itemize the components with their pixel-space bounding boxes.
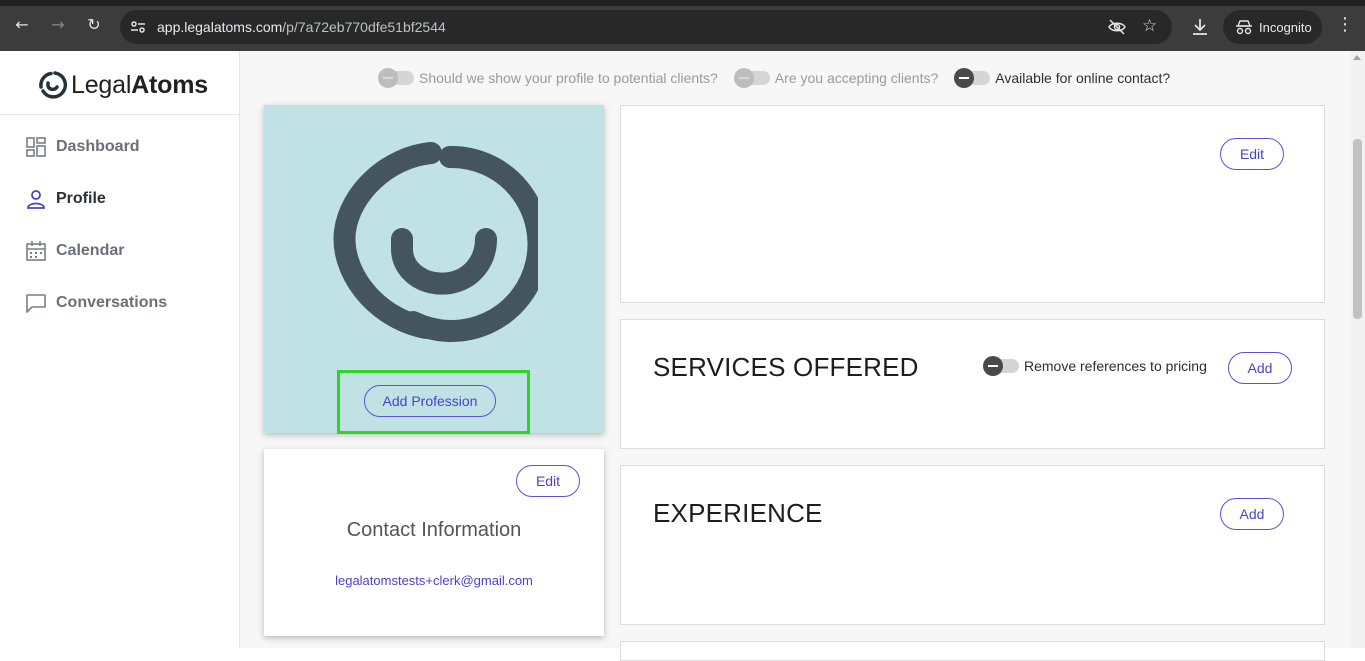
experience-card: EXPERIENCE Add (620, 465, 1325, 625)
add-experience-button[interactable]: Add (1220, 498, 1284, 530)
toggle-switch[interactable] (983, 356, 1019, 376)
toggle-label: Are you accepting clients? (774, 70, 939, 86)
sidebar: LegalAtoms Dashboard Profile Calendar Co… (0, 51, 240, 648)
edit-contact-button[interactable]: Edit (516, 465, 580, 497)
url-text[interactable]: app.legalatoms.com/p/7a72eb770dfe51bf254… (157, 19, 446, 35)
download-icon[interactable] (1190, 17, 1210, 37)
sidebar-item-calendar[interactable]: Calendar (25, 239, 124, 263)
back-arrow-icon[interactable]: ← (12, 15, 32, 35)
scroll-up-arrow-icon[interactable] (1353, 55, 1361, 60)
kebab-menu-icon[interactable]: ⋮ (1336, 14, 1354, 36)
tab-strip (0, 0, 1365, 6)
scrollbar-thumb[interactable] (1353, 139, 1362, 319)
sidebar-divider (0, 114, 239, 115)
toggle-switch[interactable] (378, 68, 414, 88)
bio-card: Edit (620, 105, 1325, 303)
add-service-button[interactable]: Add (1228, 352, 1292, 384)
star-icon[interactable]: ☆ (1142, 17, 1160, 35)
services-card: SERVICES OFFERED Remove references to pr… (620, 319, 1325, 449)
services-title: SERVICES OFFERED (653, 352, 919, 382)
reload-icon[interactable]: ↻ (84, 15, 104, 35)
brand-logo[interactable]: LegalAtoms (36, 68, 208, 102)
incognito-icon (1236, 20, 1252, 35)
browser-toolbar: ← → ↻ app.legalatoms.com/p/7a72eb770dfe5… (0, 0, 1365, 51)
contact-email[interactable]: legalatomstests+clerk@gmail.com (264, 573, 604, 588)
sidebar-item-profile[interactable]: Profile (25, 187, 106, 211)
legalatoms-logo-icon (39, 71, 68, 99)
profile-toggles: Should we show your profile to potential… (378, 67, 1186, 89)
chat-icon (26, 294, 46, 313)
forward-arrow-icon[interactable]: → (48, 15, 68, 35)
brand-name-bold: Atoms (131, 70, 208, 99)
toggle-label: Remove references to pricing (1024, 358, 1207, 374)
sidebar-item-label: Conversations (56, 294, 168, 311)
avatar-logo-icon (333, 142, 538, 342)
toggle-label: Available for online contact? (995, 70, 1171, 86)
calendar-icon (26, 241, 46, 261)
url-host: app.legalatoms.com (157, 19, 283, 35)
sidebar-item-dashboard[interactable]: Dashboard (25, 135, 140, 159)
contact-title: Contact Information (346, 519, 522, 541)
contact-card: Edit Contact Information legalatomstests… (264, 449, 604, 636)
sidebar-item-label: Profile (56, 190, 106, 207)
page-scrollbar[interactable] (1350, 51, 1365, 648)
address-bar[interactable]: app.legalatoms.com/p/7a72eb770dfe51bf254… (120, 10, 1172, 44)
show-profile-toggle[interactable]: Should we show your profile to potential… (378, 68, 718, 88)
sidebar-item-conversations[interactable]: Conversations (25, 291, 167, 315)
eye-off-icon[interactable] (1108, 18, 1126, 36)
toggle-switch[interactable] (733, 68, 770, 88)
brand-name: LegalAtoms (71, 71, 208, 100)
accepting-clients-toggle[interactable]: Are you accepting clients? (733, 68, 939, 88)
remove-pricing-toggle[interactable]: Remove references to pricing (983, 356, 1207, 376)
toggle-switch[interactable] (954, 68, 991, 88)
edit-bio-button[interactable]: Edit (1220, 138, 1284, 170)
online-contact-toggle[interactable]: Available for online contact? (954, 68, 1171, 88)
incognito-badge[interactable]: Incognito (1223, 10, 1322, 44)
next-section-card (620, 641, 1325, 661)
toggle-label: Should we show your profile to potential… (419, 70, 718, 86)
person-icon (27, 190, 45, 209)
brand-name-light: Legal (71, 70, 132, 99)
main-content: Should we show your profile to potential… (240, 51, 1350, 661)
add-profession-button[interactable]: Add Profession (364, 385, 496, 417)
dashboard-icon (26, 137, 46, 157)
sidebar-item-label: Calendar (56, 242, 125, 259)
experience-title: EXPERIENCE (653, 498, 823, 528)
url-path: /p/7a72eb770dfe51bf2544 (282, 19, 446, 35)
sidebar-item-label: Dashboard (56, 138, 140, 155)
incognito-label: Incognito (1259, 20, 1312, 35)
site-info-icon[interactable] (130, 19, 146, 35)
profile-avatar-card: Add Profession (264, 105, 604, 434)
